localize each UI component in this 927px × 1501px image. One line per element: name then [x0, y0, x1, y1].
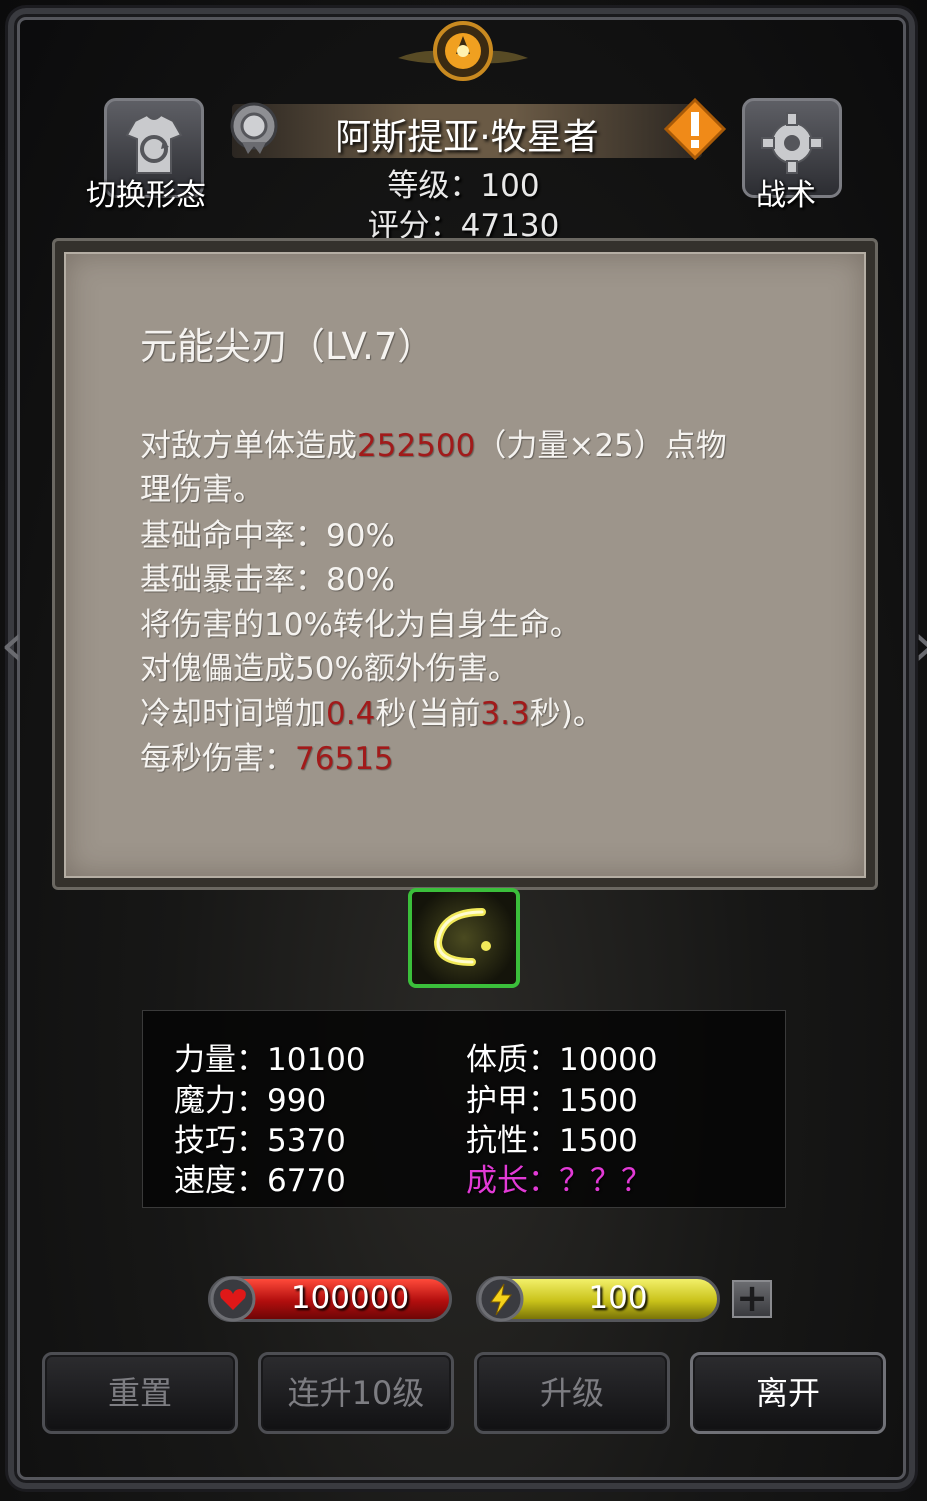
attr-armor: 护甲：1500 [466, 1083, 638, 1119]
lifesteal-line: 将伤害的10%转化为自身生命。 [140, 607, 581, 643]
puppet-bonus-line: 对傀儡造成50%额外伤害。 [140, 651, 519, 687]
level-up-button[interactable]: 升级 [474, 1352, 670, 1434]
hp-value: 100000 [290, 1280, 410, 1316]
skill-title: 元能尖刃（LV.7） [140, 325, 435, 368]
hero-name: 阿斯提亚·牧星者 [335, 117, 599, 158]
add-energy-button[interactable]: + [732, 1279, 772, 1318]
attr-resistance: 抗性：1500 [466, 1123, 638, 1159]
leave-button[interactable]: 离开 [690, 1352, 886, 1434]
attr-strength: 力量：10100 [174, 1042, 366, 1078]
level-up-10-button[interactable]: 连升10级 [258, 1352, 454, 1434]
energy-blade-icon [433, 908, 491, 966]
crit-rate-line: 基础暴击率：80% [140, 562, 395, 598]
attr-speed: 速度：6770 [174, 1163, 346, 1199]
damage-value: 252500 [357, 428, 476, 464]
lightning-icon [478, 1276, 524, 1322]
attr-growth: 成长：？？？ [466, 1163, 652, 1199]
skill-slot[interactable] [408, 888, 520, 988]
hero-level: 等级：100 [387, 168, 540, 204]
energy-value: 100 [588, 1280, 648, 1316]
cooldown-line: 冷却时间增加0.4秒(当前3.3秒)。 [140, 696, 604, 732]
next-arrow-icon[interactable]: › [913, 600, 927, 690]
attr-magic: 魔力：990 [174, 1083, 327, 1119]
skill-damage-line: 对敌方单体造成252500（力量×25）点物 理伤害。 [140, 428, 727, 508]
attr-constitution: 体质：10000 [466, 1042, 658, 1078]
emblem-icon [398, 21, 528, 81]
heart-icon [210, 1276, 256, 1322]
reset-button[interactable]: 重置 [42, 1352, 238, 1434]
warning-icon[interactable] [664, 98, 726, 160]
prev-arrow-icon[interactable]: ‹ [0, 600, 24, 690]
dps-line: 每秒伤害：76515 [140, 741, 394, 777]
hit-rate-line: 基础命中率：90% [140, 518, 395, 554]
attr-skill: 技巧：5370 [174, 1123, 346, 1159]
